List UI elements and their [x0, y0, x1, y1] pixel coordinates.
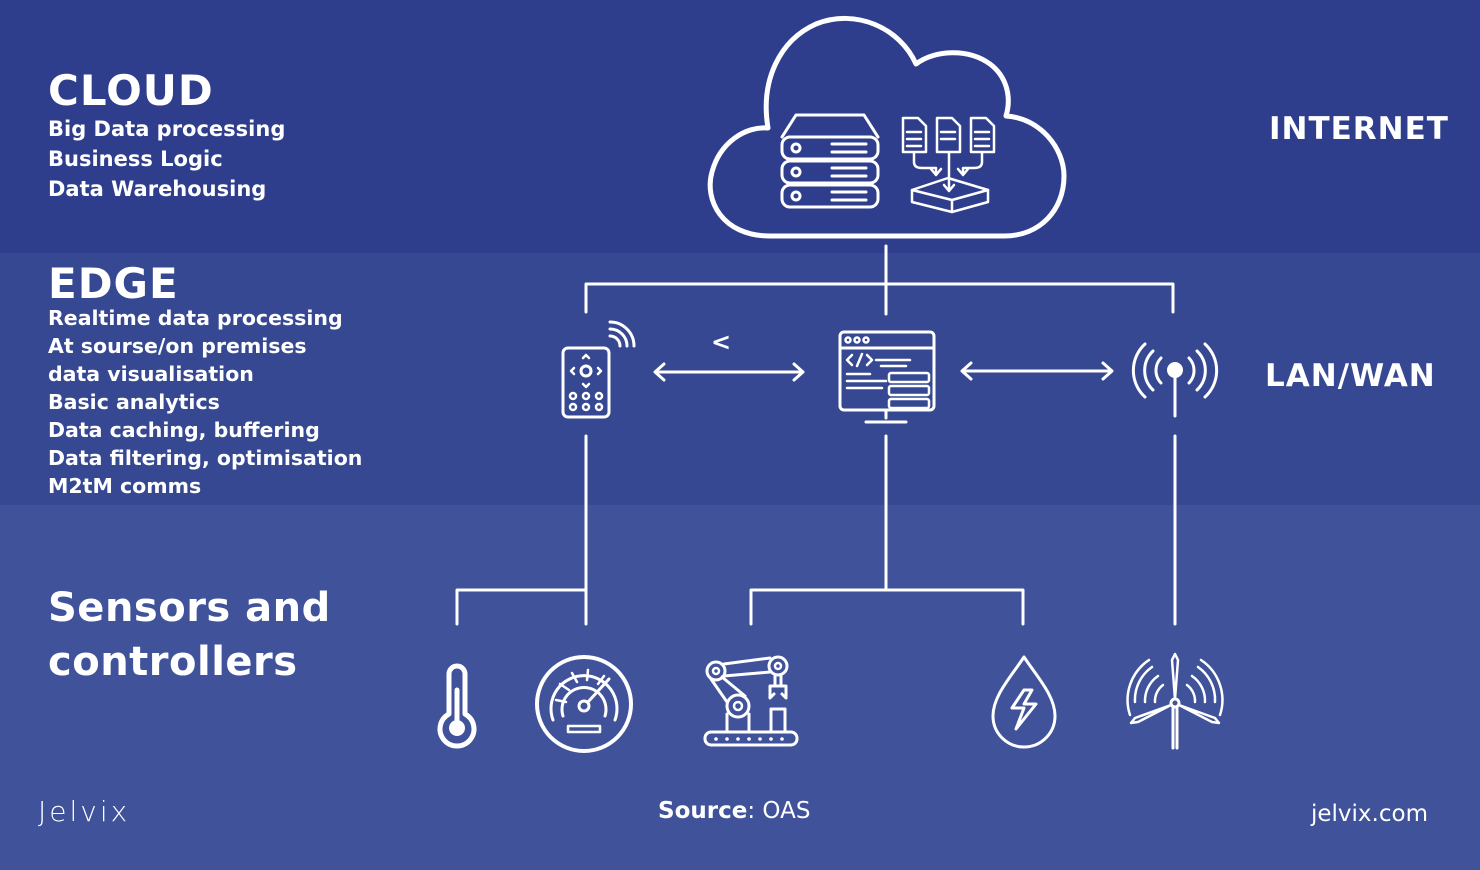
server-stack-icon: [780, 113, 880, 209]
data-warehouse-icon: [901, 116, 996, 214]
bidirectional-arrow-left: [653, 362, 805, 382]
edge-computer-icon: [838, 330, 936, 424]
connector-lines: [455, 244, 1177, 626]
architecture-diagram: [437, 15, 1224, 753]
wind-turbine-icon: [1126, 652, 1224, 750]
robotic-arm-icon: [703, 655, 799, 747]
cloud-icon: [707, 15, 1067, 239]
bidirectional-arrow-right: [960, 361, 1114, 381]
antenna-icon: [1131, 342, 1219, 418]
speedometer-icon: [535, 655, 633, 753]
water-energy-icon: [991, 655, 1057, 749]
thermometer-icon: [437, 663, 477, 749]
remote-control-icon: [561, 320, 636, 419]
